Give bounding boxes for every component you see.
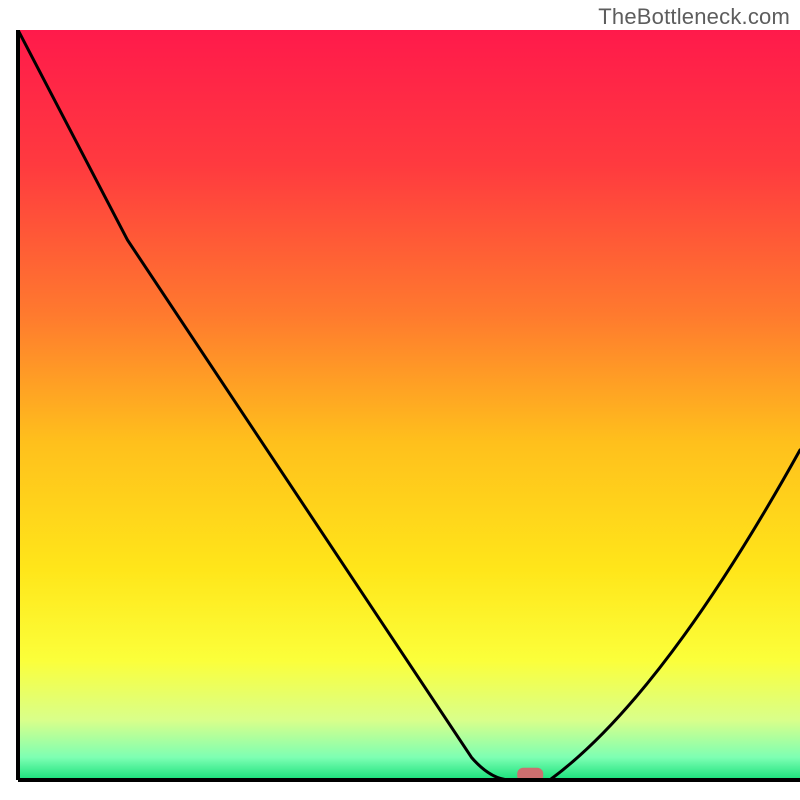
- gradient-background: [18, 30, 800, 780]
- bottleneck-chart: [0, 0, 800, 800]
- watermark-text: TheBottleneck.com: [598, 4, 790, 30]
- chart-container: TheBottleneck.com: [0, 0, 800, 800]
- plot-area: [18, 30, 800, 782]
